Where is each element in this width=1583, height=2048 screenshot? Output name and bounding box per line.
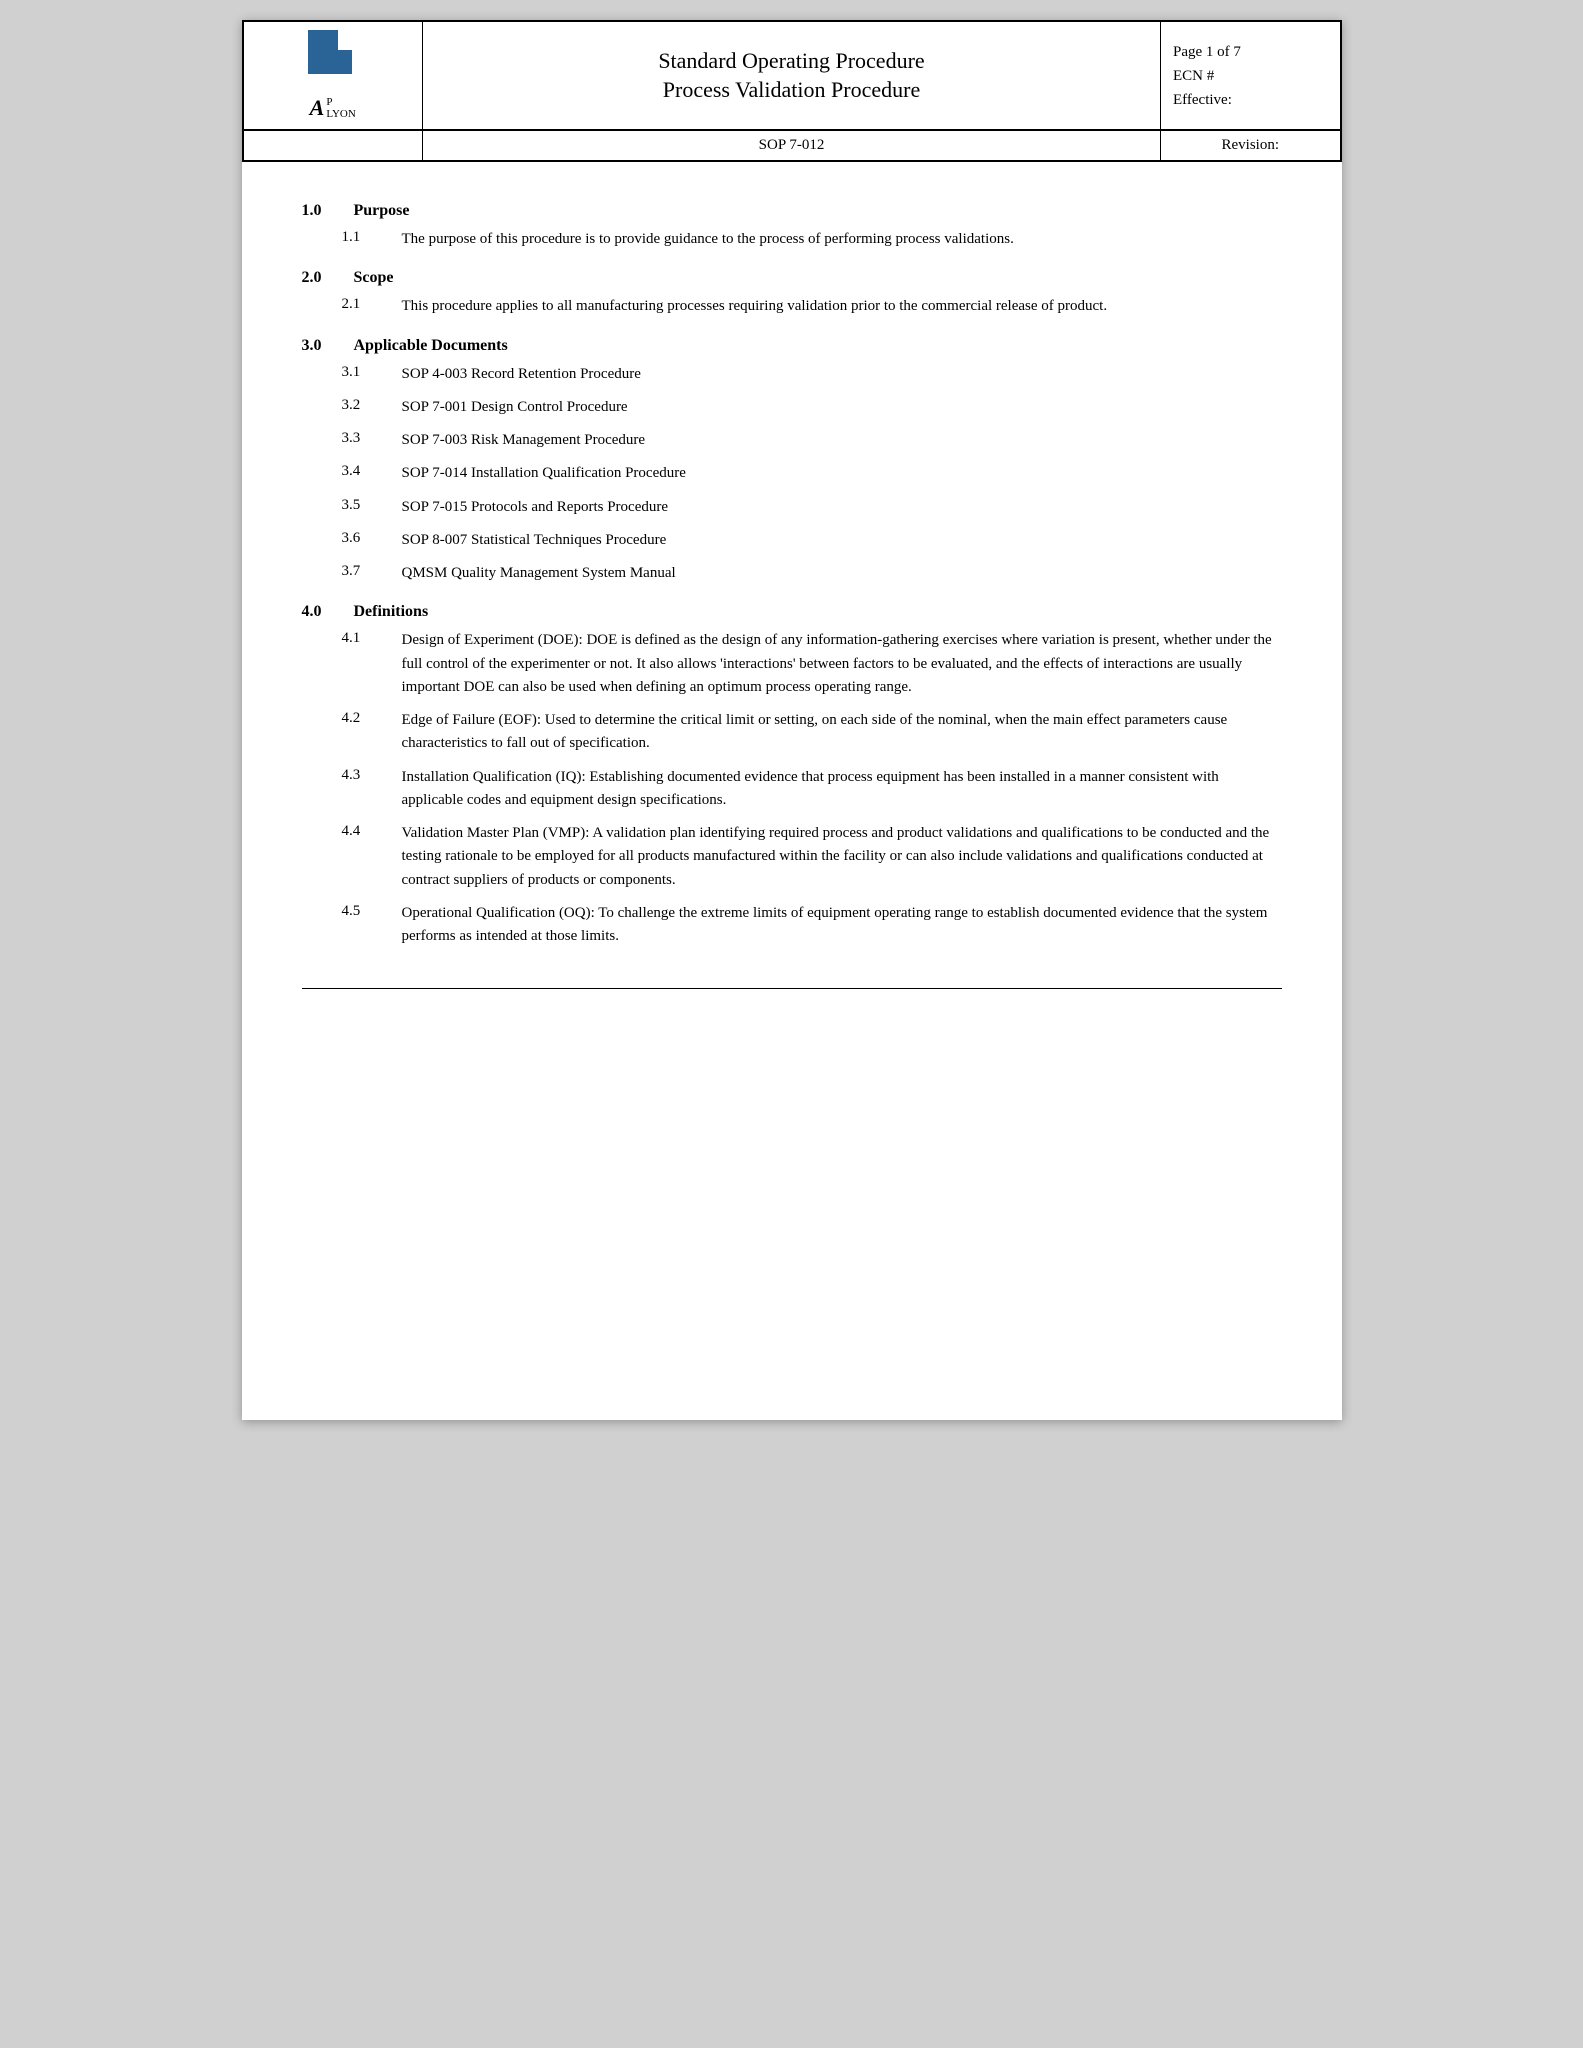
sub-content: Installation Qualification (IQ): Establi… bbox=[402, 766, 1282, 813]
document-content: 1.0 Purpose 1.1The purpose of this procedu… bbox=[242, 192, 1342, 1029]
section-header: 4.0 Definitions bbox=[302, 603, 1282, 621]
sub-content: SOP 8-007 Statistical Techniques Procedu… bbox=[402, 529, 1282, 552]
sub-number: 3.4 bbox=[342, 462, 402, 480]
logo-cell: A P LYON bbox=[243, 21, 423, 130]
sub-content: Validation Master Plan (VMP): A validati… bbox=[402, 822, 1282, 892]
section-header: 2.0 Scope bbox=[302, 269, 1282, 287]
revision-cell: Revision: bbox=[1161, 130, 1341, 161]
section-2-0: 2.0 Scope 2.1This procedure applies to all… bbox=[302, 269, 1282, 318]
sub-number: 3.5 bbox=[342, 496, 402, 514]
subsection-1-1: 1.1The purpose of this procedure is to p… bbox=[302, 228, 1282, 251]
sub-number: 3.7 bbox=[342, 562, 402, 580]
sub-content: SOP 7-001 Design Control Procedure bbox=[402, 396, 1282, 419]
subsection-3-4: 3.4SOP 7-014 Installation Qualification … bbox=[302, 462, 1282, 485]
subsection-3-1: 3.1SOP 4-003 Record Retention Procedure bbox=[302, 363, 1282, 386]
page-info-cell: Page 1 of 7 ECN # Effective: bbox=[1161, 21, 1341, 130]
subsection-4-1: 4.1Design of Experiment (DOE): DOE is de… bbox=[302, 629, 1282, 699]
subsection-3-2: 3.2SOP 7-001 Design Control Procedure bbox=[302, 396, 1282, 419]
logo-sub: P LYON bbox=[326, 96, 355, 120]
sub-content: Design of Experiment (DOE): DOE is defin… bbox=[402, 629, 1282, 699]
section-1-0: 1.0 Purpose 1.1The purpose of this procedu… bbox=[302, 202, 1282, 251]
sub-number: 3.3 bbox=[342, 429, 402, 447]
logo-a: A bbox=[310, 95, 325, 121]
sub-content: QMSM Quality Management System Manual bbox=[402, 562, 1282, 585]
ecn-label: ECN # bbox=[1173, 64, 1328, 88]
sections-container: 1.0 Purpose 1.1The purpose of this procedu… bbox=[302, 202, 1282, 948]
sub-number: 4.1 bbox=[342, 629, 402, 647]
sub-content: SOP 7-003 Risk Management Procedure bbox=[402, 429, 1282, 452]
subsection-4-4: 4.4Validation Master Plan (VMP): A valid… bbox=[302, 822, 1282, 892]
subsection-3-5: 3.5SOP 7-015 Protocols and Reports Proce… bbox=[302, 496, 1282, 519]
footer-divider bbox=[302, 988, 1282, 989]
subsection-3-3: 3.3SOP 7-003 Risk Management Procedure bbox=[302, 429, 1282, 452]
section-number: 1.0 bbox=[302, 202, 338, 220]
document-title: Standard Operating Procedure Process Val… bbox=[435, 47, 1148, 104]
effective-label: Effective: bbox=[1173, 88, 1328, 112]
section-header: 1.0 Purpose bbox=[302, 202, 1282, 220]
revision-label: Revision: bbox=[1221, 137, 1279, 153]
logo-cell-bottom bbox=[243, 130, 423, 161]
subsection-2-1: 2.1This procedure applies to all manufac… bbox=[302, 295, 1282, 318]
document-header: A P LYON Standard Operating Procedure Pr… bbox=[242, 20, 1342, 162]
sub-number: 4.4 bbox=[342, 822, 402, 840]
sub-content: SOP 4-003 Record Retention Procedure bbox=[402, 363, 1282, 386]
sub-number: 1.1 bbox=[342, 228, 402, 246]
sub-content: Operational Qualification (OQ): To chall… bbox=[402, 902, 1282, 949]
title-cell: Standard Operating Procedure Process Val… bbox=[423, 21, 1161, 130]
sub-content: SOP 7-014 Installation Qualification Pro… bbox=[402, 462, 1282, 485]
sub-number: 4.2 bbox=[342, 709, 402, 727]
section-number: 2.0 bbox=[302, 269, 338, 287]
page-info: Page 1 of 7 bbox=[1173, 40, 1328, 64]
sub-number: 4.5 bbox=[342, 902, 402, 920]
section-title: Scope bbox=[354, 269, 394, 287]
section-number: 4.0 bbox=[302, 603, 338, 621]
logo-text: A P LYON bbox=[256, 95, 411, 121]
sub-content: This procedure applies to all manufactur… bbox=[402, 295, 1282, 318]
title-line2: Process Validation Procedure bbox=[663, 77, 920, 102]
sub-number: 4.3 bbox=[342, 766, 402, 784]
sub-content: The purpose of this procedure is to prov… bbox=[402, 228, 1282, 251]
section-3-0: 3.0 Applicable Documents 3.1SOP 4-003 Reco… bbox=[302, 337, 1282, 586]
section-title: Definitions bbox=[354, 603, 429, 621]
subsection-4-5: 4.5Operational Qualification (OQ): To ch… bbox=[302, 902, 1282, 949]
sop-number: SOP 7-012 bbox=[759, 137, 825, 153]
sub-number: 3.1 bbox=[342, 363, 402, 381]
sub-number: 3.6 bbox=[342, 529, 402, 547]
section-4-0: 4.0 Definitions 4.1Design of Experiment (D… bbox=[302, 603, 1282, 948]
sub-content: Edge of Failure (EOF): Used to determine… bbox=[402, 709, 1282, 756]
section-number: 3.0 bbox=[302, 337, 338, 355]
subsection-3-6: 3.6SOP 8-007 Statistical Techniques Proc… bbox=[302, 529, 1282, 552]
document-page: A P LYON Standard Operating Procedure Pr… bbox=[242, 20, 1342, 1420]
company-logo bbox=[308, 30, 358, 82]
subsection-4-2: 4.2Edge of Failure (EOF): Used to determ… bbox=[302, 709, 1282, 756]
subsection-4-3: 4.3Installation Qualification (IQ): Esta… bbox=[302, 766, 1282, 813]
sub-number: 3.2 bbox=[342, 396, 402, 414]
sub-content: SOP 7-015 Protocols and Reports Procedur… bbox=[402, 496, 1282, 519]
title-line1: Standard Operating Procedure bbox=[658, 48, 924, 73]
sub-number: 2.1 bbox=[342, 295, 402, 313]
section-title: Applicable Documents bbox=[354, 337, 508, 355]
section-title: Purpose bbox=[354, 202, 410, 220]
section-header: 3.0 Applicable Documents bbox=[302, 337, 1282, 355]
subsection-3-7: 3.7QMSM Quality Management System Manual bbox=[302, 562, 1282, 585]
sop-number-cell: SOP 7-012 bbox=[423, 130, 1161, 161]
